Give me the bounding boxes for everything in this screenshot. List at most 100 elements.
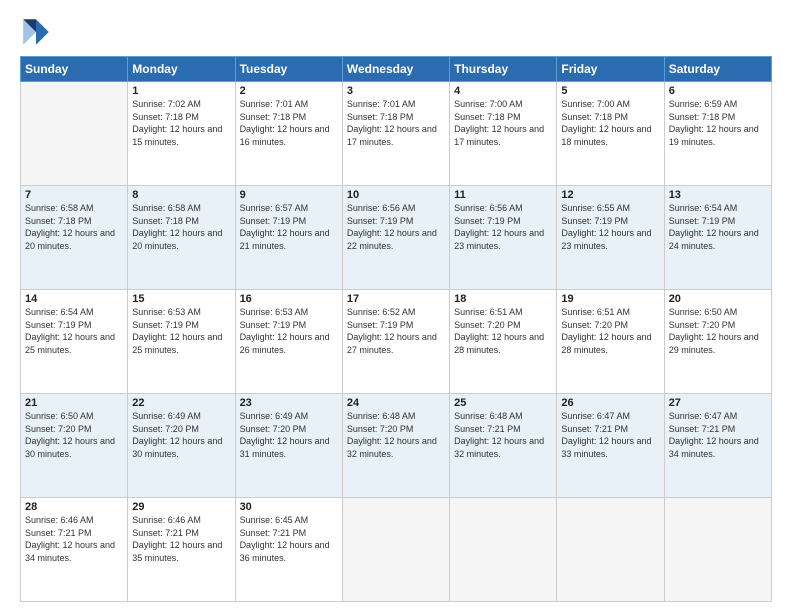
day-number: 18 <box>454 293 552 305</box>
day-info: Sunrise: 6:58 AMSunset: 7:18 PMDaylight:… <box>132 202 230 252</box>
day-number: 28 <box>25 501 123 513</box>
day-number: 22 <box>132 397 230 409</box>
day-info: Sunrise: 6:47 AMSunset: 7:21 PMDaylight:… <box>669 410 767 460</box>
calendar-day-cell: 22Sunrise: 6:49 AMSunset: 7:20 PMDayligh… <box>128 394 235 498</box>
day-number: 24 <box>347 397 445 409</box>
calendar-day-cell: 12Sunrise: 6:55 AMSunset: 7:19 PMDayligh… <box>557 186 664 290</box>
calendar-day-cell <box>557 498 664 602</box>
calendar-day-cell: 5Sunrise: 7:00 AMSunset: 7:18 PMDaylight… <box>557 82 664 186</box>
day-number: 8 <box>132 189 230 201</box>
day-number: 2 <box>240 85 338 97</box>
day-info: Sunrise: 7:00 AMSunset: 7:18 PMDaylight:… <box>561 98 659 148</box>
day-number: 13 <box>669 189 767 201</box>
day-info: Sunrise: 6:47 AMSunset: 7:21 PMDaylight:… <box>561 410 659 460</box>
day-info: Sunrise: 6:55 AMSunset: 7:19 PMDaylight:… <box>561 202 659 252</box>
calendar-header-row: SundayMondayTuesdayWednesdayThursdayFrid… <box>21 57 772 82</box>
day-number: 7 <box>25 189 123 201</box>
calendar-day-cell: 3Sunrise: 7:01 AMSunset: 7:18 PMDaylight… <box>342 82 449 186</box>
day-number: 30 <box>240 501 338 513</box>
day-number: 6 <box>669 85 767 97</box>
day-info: Sunrise: 6:46 AMSunset: 7:21 PMDaylight:… <box>132 514 230 564</box>
calendar-day-cell: 26Sunrise: 6:47 AMSunset: 7:21 PMDayligh… <box>557 394 664 498</box>
calendar-week-row: 21Sunrise: 6:50 AMSunset: 7:20 PMDayligh… <box>21 394 772 498</box>
logo-icon <box>20 16 52 48</box>
calendar-day-cell: 4Sunrise: 7:00 AMSunset: 7:18 PMDaylight… <box>450 82 557 186</box>
day-number: 10 <box>347 189 445 201</box>
day-info: Sunrise: 7:01 AMSunset: 7:18 PMDaylight:… <box>240 98 338 148</box>
weekday-header: Sunday <box>21 57 128 82</box>
day-info: Sunrise: 6:56 AMSunset: 7:19 PMDaylight:… <box>347 202 445 252</box>
calendar-day-cell: 14Sunrise: 6:54 AMSunset: 7:19 PMDayligh… <box>21 290 128 394</box>
calendar-day-cell: 15Sunrise: 6:53 AMSunset: 7:19 PMDayligh… <box>128 290 235 394</box>
weekday-header: Wednesday <box>342 57 449 82</box>
calendar-day-cell: 10Sunrise: 6:56 AMSunset: 7:19 PMDayligh… <box>342 186 449 290</box>
calendar-week-row: 1Sunrise: 7:02 AMSunset: 7:18 PMDaylight… <box>21 82 772 186</box>
day-number: 12 <box>561 189 659 201</box>
day-info: Sunrise: 6:49 AMSunset: 7:20 PMDaylight:… <box>240 410 338 460</box>
day-info: Sunrise: 6:52 AMSunset: 7:19 PMDaylight:… <box>347 306 445 356</box>
day-info: Sunrise: 6:56 AMSunset: 7:19 PMDaylight:… <box>454 202 552 252</box>
calendar-day-cell: 28Sunrise: 6:46 AMSunset: 7:21 PMDayligh… <box>21 498 128 602</box>
day-info: Sunrise: 6:46 AMSunset: 7:21 PMDaylight:… <box>25 514 123 564</box>
day-number: 9 <box>240 189 338 201</box>
day-number: 3 <box>347 85 445 97</box>
calendar-day-cell: 13Sunrise: 6:54 AMSunset: 7:19 PMDayligh… <box>664 186 771 290</box>
calendar-week-row: 7Sunrise: 6:58 AMSunset: 7:18 PMDaylight… <box>21 186 772 290</box>
calendar-day-cell: 7Sunrise: 6:58 AMSunset: 7:18 PMDaylight… <box>21 186 128 290</box>
calendar-day-cell: 9Sunrise: 6:57 AMSunset: 7:19 PMDaylight… <box>235 186 342 290</box>
calendar-day-cell: 19Sunrise: 6:51 AMSunset: 7:20 PMDayligh… <box>557 290 664 394</box>
calendar-day-cell: 8Sunrise: 6:58 AMSunset: 7:18 PMDaylight… <box>128 186 235 290</box>
calendar-table: SundayMondayTuesdayWednesdayThursdayFrid… <box>20 56 772 602</box>
day-number: 29 <box>132 501 230 513</box>
day-info: Sunrise: 6:57 AMSunset: 7:19 PMDaylight:… <box>240 202 338 252</box>
day-info: Sunrise: 6:48 AMSunset: 7:20 PMDaylight:… <box>347 410 445 460</box>
day-info: Sunrise: 6:51 AMSunset: 7:20 PMDaylight:… <box>454 306 552 356</box>
calendar-day-cell <box>450 498 557 602</box>
calendar-day-cell: 30Sunrise: 6:45 AMSunset: 7:21 PMDayligh… <box>235 498 342 602</box>
weekday-header: Monday <box>128 57 235 82</box>
weekday-header: Friday <box>557 57 664 82</box>
day-number: 14 <box>25 293 123 305</box>
day-number: 25 <box>454 397 552 409</box>
calendar-day-cell: 11Sunrise: 6:56 AMSunset: 7:19 PMDayligh… <box>450 186 557 290</box>
calendar-week-row: 28Sunrise: 6:46 AMSunset: 7:21 PMDayligh… <box>21 498 772 602</box>
calendar-day-cell: 29Sunrise: 6:46 AMSunset: 7:21 PMDayligh… <box>128 498 235 602</box>
day-info: Sunrise: 6:59 AMSunset: 7:18 PMDaylight:… <box>669 98 767 148</box>
header <box>20 16 772 48</box>
day-info: Sunrise: 6:45 AMSunset: 7:21 PMDaylight:… <box>240 514 338 564</box>
calendar-day-cell: 27Sunrise: 6:47 AMSunset: 7:21 PMDayligh… <box>664 394 771 498</box>
day-number: 27 <box>669 397 767 409</box>
day-info: Sunrise: 6:49 AMSunset: 7:20 PMDaylight:… <box>132 410 230 460</box>
logo <box>20 16 56 48</box>
day-number: 15 <box>132 293 230 305</box>
day-info: Sunrise: 6:54 AMSunset: 7:19 PMDaylight:… <box>25 306 123 356</box>
day-info: Sunrise: 6:58 AMSunset: 7:18 PMDaylight:… <box>25 202 123 252</box>
calendar-day-cell: 20Sunrise: 6:50 AMSunset: 7:20 PMDayligh… <box>664 290 771 394</box>
day-number: 21 <box>25 397 123 409</box>
day-number: 23 <box>240 397 338 409</box>
day-info: Sunrise: 6:53 AMSunset: 7:19 PMDaylight:… <box>132 306 230 356</box>
day-number: 11 <box>454 189 552 201</box>
day-number: 16 <box>240 293 338 305</box>
day-info: Sunrise: 6:51 AMSunset: 7:20 PMDaylight:… <box>561 306 659 356</box>
calendar-day-cell: 1Sunrise: 7:02 AMSunset: 7:18 PMDaylight… <box>128 82 235 186</box>
day-number: 20 <box>669 293 767 305</box>
day-info: Sunrise: 7:02 AMSunset: 7:18 PMDaylight:… <box>132 98 230 148</box>
weekday-header: Thursday <box>450 57 557 82</box>
day-info: Sunrise: 6:48 AMSunset: 7:21 PMDaylight:… <box>454 410 552 460</box>
day-number: 17 <box>347 293 445 305</box>
calendar-day-cell: 23Sunrise: 6:49 AMSunset: 7:20 PMDayligh… <box>235 394 342 498</box>
day-info: Sunrise: 6:50 AMSunset: 7:20 PMDaylight:… <box>669 306 767 356</box>
day-number: 4 <box>454 85 552 97</box>
calendar-day-cell: 18Sunrise: 6:51 AMSunset: 7:20 PMDayligh… <box>450 290 557 394</box>
calendar-day-cell: 16Sunrise: 6:53 AMSunset: 7:19 PMDayligh… <box>235 290 342 394</box>
day-number: 5 <box>561 85 659 97</box>
day-number: 19 <box>561 293 659 305</box>
day-number: 1 <box>132 85 230 97</box>
calendar-day-cell <box>21 82 128 186</box>
calendar-week-row: 14Sunrise: 6:54 AMSunset: 7:19 PMDayligh… <box>21 290 772 394</box>
calendar-day-cell <box>664 498 771 602</box>
calendar-day-cell: 21Sunrise: 6:50 AMSunset: 7:20 PMDayligh… <box>21 394 128 498</box>
calendar-day-cell: 24Sunrise: 6:48 AMSunset: 7:20 PMDayligh… <box>342 394 449 498</box>
day-number: 26 <box>561 397 659 409</box>
